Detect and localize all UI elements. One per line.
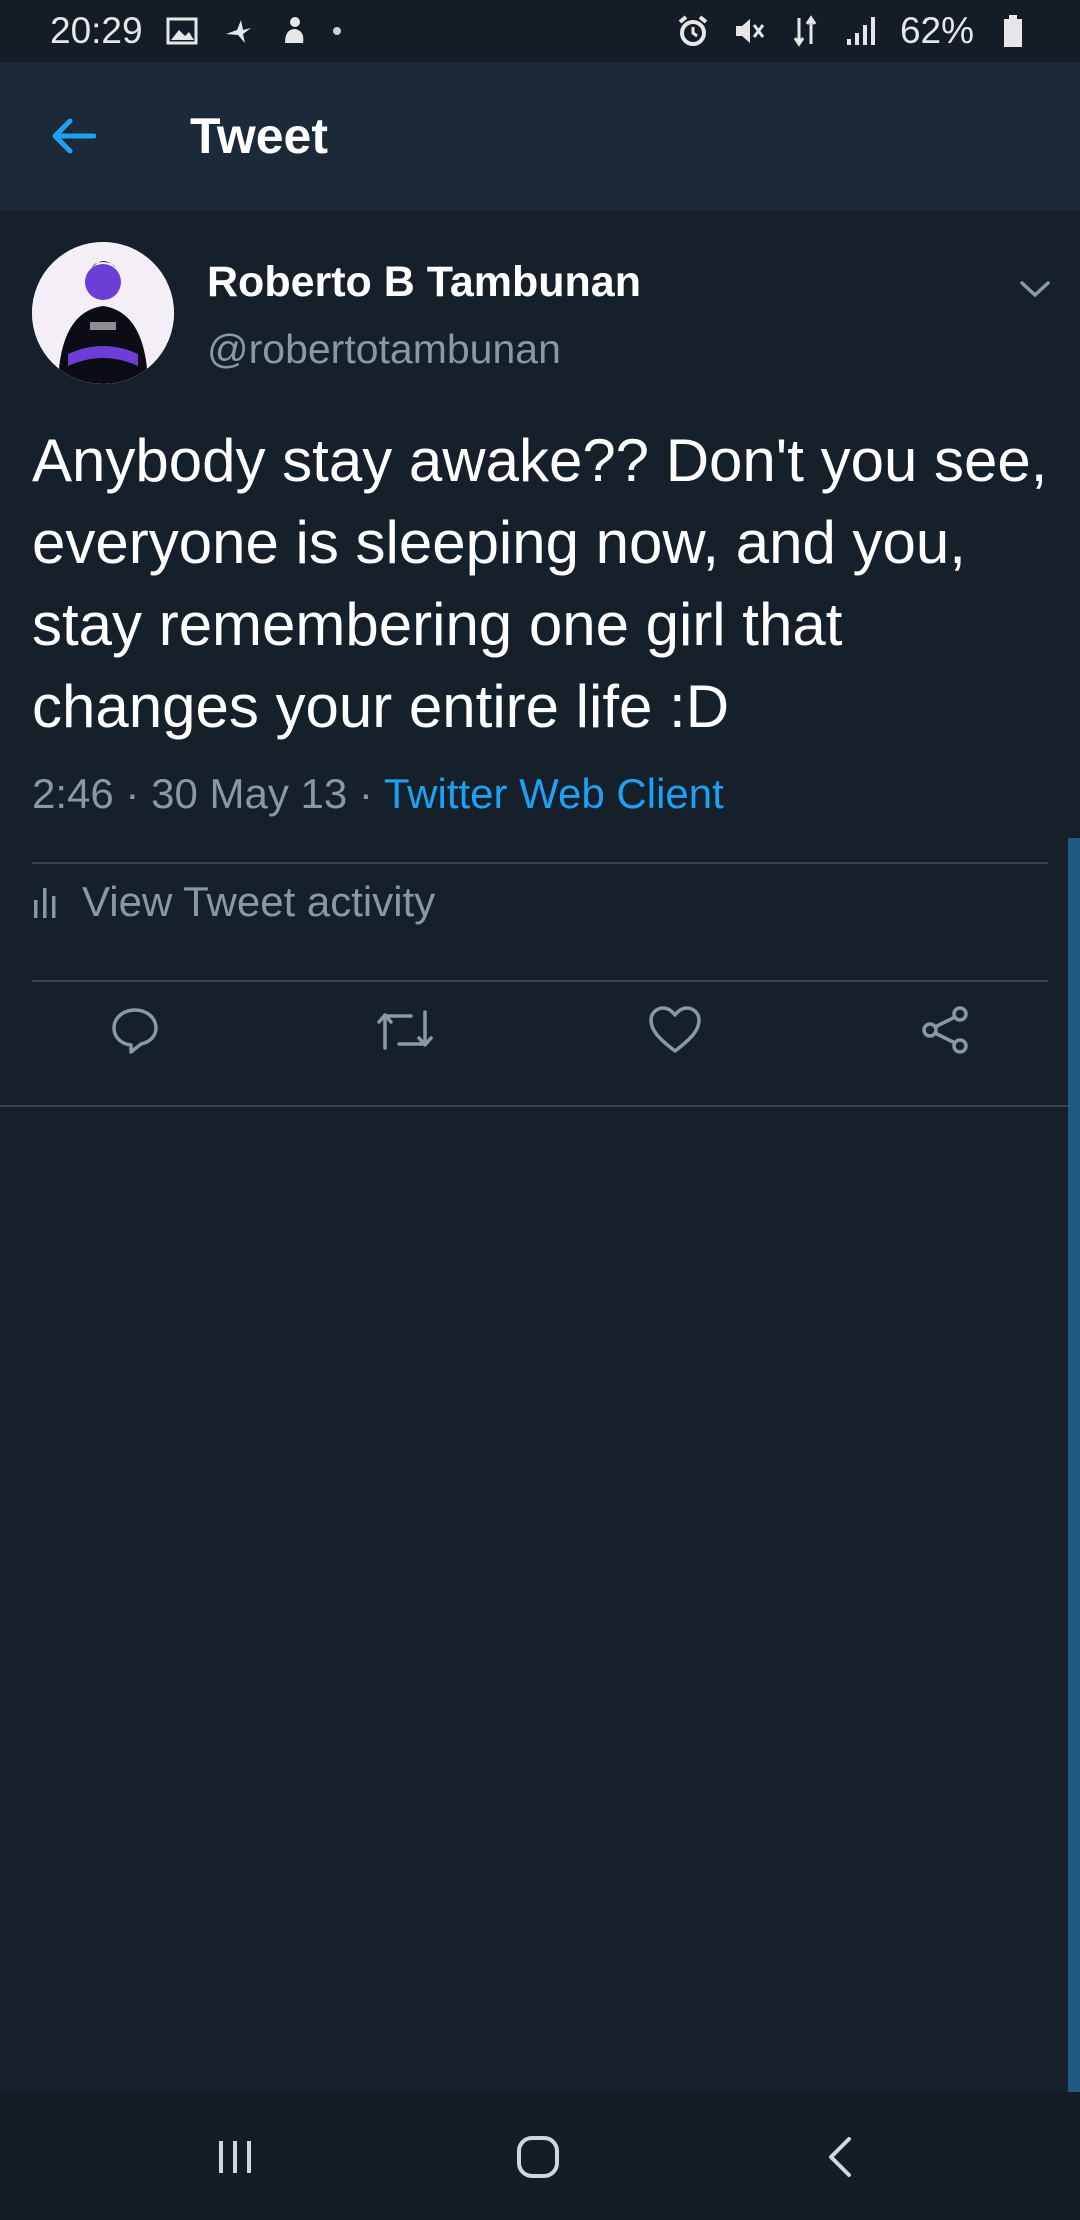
pet-icon <box>277 14 311 48</box>
activity-label: View Tweet activity <box>82 878 436 925</box>
alarm-icon <box>676 14 710 48</box>
retweet-button[interactable] <box>370 995 440 1065</box>
status-bar: 20:29 62% <box>0 0 1080 62</box>
like-button[interactable] <box>640 995 710 1065</box>
dot-icon <box>332 27 341 35</box>
app-header: Tweet <box>0 62 1080 210</box>
tweet-meta: 2:46 · 30 May 13 · Twitter Web Client <box>32 770 724 818</box>
chevron-down-icon <box>1020 281 1050 298</box>
tweet-actions <box>0 985 1080 1085</box>
back-nav-button[interactable] <box>805 2122 875 2192</box>
bird-icon <box>221 14 255 48</box>
battery-icon <box>996 14 1030 48</box>
view-tweet-activity[interactable]: View Tweet activity <box>32 862 435 942</box>
status-left: 20:29 <box>50 10 341 52</box>
status-time: 20:29 <box>50 10 143 51</box>
page-title: Tweet <box>190 108 328 164</box>
image-icon <box>165 14 199 48</box>
battery-percent: 62% <box>899 10 974 51</box>
tweet-time: 2:46 <box>32 770 114 817</box>
author-name[interactable]: Roberto B Tambunan <box>207 258 641 307</box>
author-handle[interactable]: @robertotambunan <box>207 326 561 373</box>
arrow-left-icon <box>52 118 96 154</box>
divider <box>0 1105 1080 1107</box>
back-button[interactable] <box>48 111 98 161</box>
tweet-date: 30 May 13 <box>151 770 348 817</box>
status-right: 62% <box>676 10 1030 52</box>
activity-chart-icon <box>34 888 56 918</box>
recent-apps-icon <box>219 2141 251 2173</box>
reply-icon <box>112 1008 158 1054</box>
divider <box>32 980 1048 982</box>
share-icon <box>922 1006 968 1054</box>
tweet-client-link[interactable]: Twitter Web Client <box>384 770 724 817</box>
home-button[interactable] <box>503 2122 573 2192</box>
system-nav-bar <box>0 2092 1080 2220</box>
tweet-text: Anybody stay awake?? Don't you see, ever… <box>32 427 1048 740</box>
share-button[interactable] <box>910 995 980 1065</box>
meta-separator: · <box>358 770 373 817</box>
more-options-button[interactable] <box>1012 266 1058 312</box>
data-arrows-icon <box>788 14 822 48</box>
heart-icon <box>649 1006 701 1053</box>
reply-button[interactable] <box>100 995 170 1065</box>
mute-icon <box>732 14 766 48</box>
home-icon <box>517 2136 559 2178</box>
signal-icon <box>844 14 878 48</box>
back-icon <box>829 2137 851 2177</box>
retweet-icon <box>377 1010 433 1050</box>
scrollbar[interactable] <box>1068 838 1080 2092</box>
avatar[interactable] <box>32 242 174 384</box>
recent-apps-button[interactable] <box>200 2122 270 2192</box>
meta-separator: · <box>125 770 140 817</box>
